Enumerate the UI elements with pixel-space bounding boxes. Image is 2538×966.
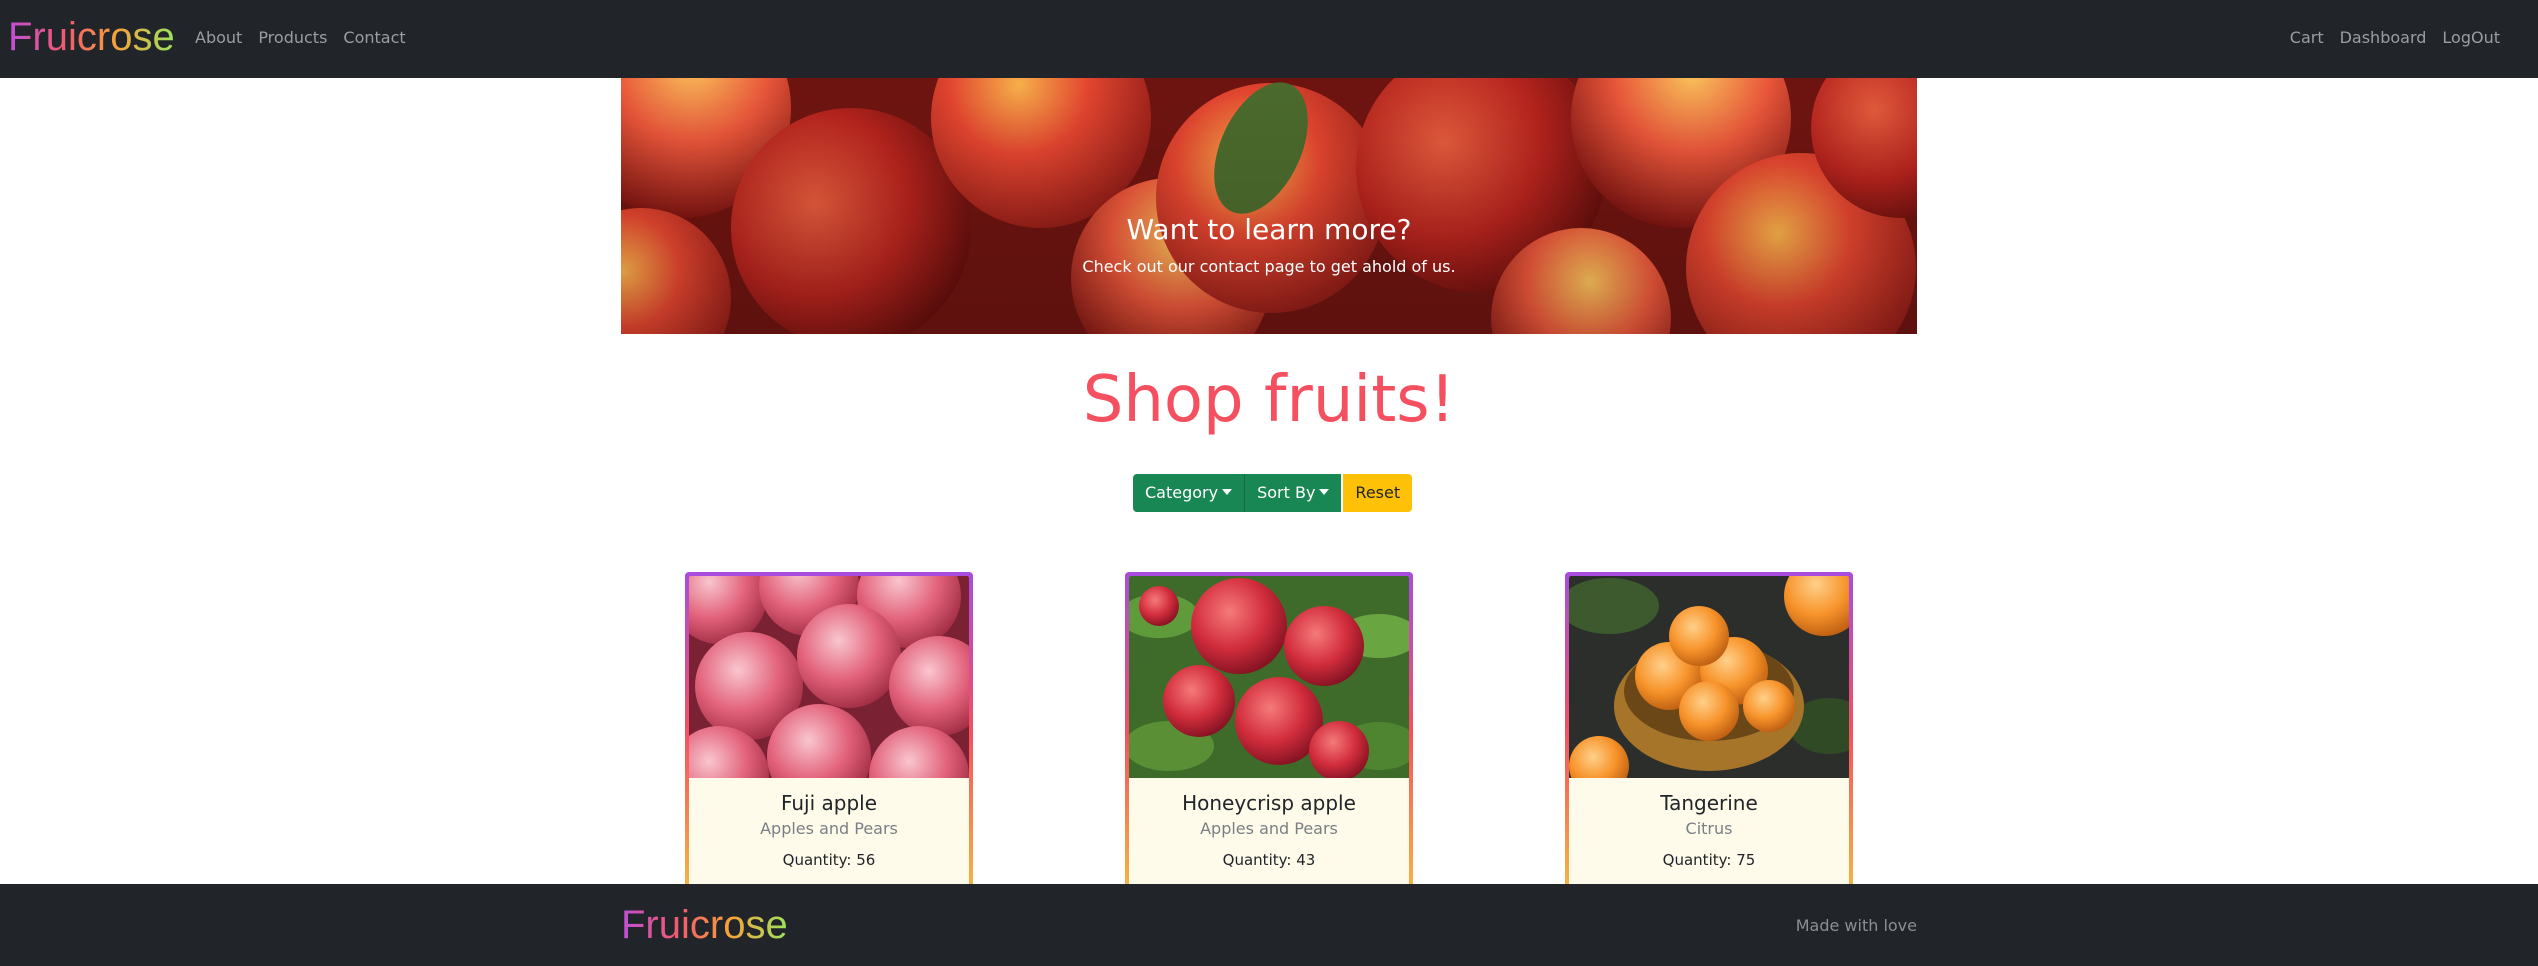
nav-links-left: About Products Contact (195, 26, 406, 50)
product-quantity: Quantity: 43 (1222, 851, 1316, 869)
card-body: Fuji apple Apples and Pears Quantity: 56 (689, 576, 969, 888)
product-category: Apples and Pears (760, 819, 898, 838)
product-card-fuji-apple[interactable]: Fuji apple Apples and Pears Quantity: 56 (685, 572, 973, 892)
hero-nectarines-image (621, 78, 1917, 334)
category-label: Category (1145, 483, 1219, 502)
nav-link-about[interactable]: About (195, 26, 242, 50)
nav-link-logout[interactable]: LogOut (2442, 26, 2500, 50)
caret-down-icon (1319, 489, 1330, 495)
hero-banner: Want to learn more? Check out our contac… (621, 78, 1917, 334)
product-card-honeycrisp-apple[interactable]: Honeycrisp apple Apples and Pears Quanti… (1125, 572, 1413, 892)
caret-down-icon (1222, 489, 1233, 495)
product-card-tangerine[interactable]: Tangerine Citrus Quantity: 75 (1565, 572, 1853, 892)
hero-title: Want to learn more? (1126, 213, 1412, 246)
sort-by-dropdown-button[interactable]: Sort By (1244, 474, 1342, 512)
honeycrisp-apple-image (1129, 576, 1409, 778)
nav-links-right: Cart Dashboard LogOut (2290, 26, 2500, 50)
footer-tagline: Made with love (1795, 916, 1917, 935)
site-footer: Fruicrose Made with love (0, 884, 2538, 966)
product-name: Fuji apple (780, 791, 878, 815)
hero-subtitle: Check out our contact page to get ahold … (1082, 257, 1456, 276)
reset-button[interactable]: Reset (1343, 474, 1413, 512)
card-body: Tangerine Citrus Quantity: 75 (1569, 576, 1849, 888)
product-category: Apples and Pears (1200, 819, 1338, 838)
product-quantity: Quantity: 75 (1662, 851, 1756, 869)
tangerine-image (1569, 576, 1849, 778)
nav-link-dashboard[interactable]: Dashboard (2340, 26, 2427, 50)
product-name: Tangerine (1660, 791, 1758, 815)
nav-link-products[interactable]: Products (258, 26, 327, 50)
brand-logo[interactable]: Fruicrose (8, 12, 175, 62)
sort-by-label: Sort By (1257, 483, 1316, 502)
category-dropdown-button[interactable]: Category (1133, 474, 1245, 512)
nav-link-cart[interactable]: Cart (2290, 26, 2324, 50)
footer-brand-logo[interactable]: Fruicrose (621, 900, 788, 950)
filter-toolbar: Category Sort By Reset (1133, 474, 1413, 512)
card-body: Honeycrisp apple Apples and Pears Quanti… (1129, 576, 1409, 888)
fuji-apple-image (689, 576, 969, 778)
product-name: Honeycrisp apple (1182, 791, 1356, 815)
nav-link-contact[interactable]: Contact (343, 26, 405, 50)
product-category: Citrus (1685, 819, 1733, 838)
top-navbar: Fruicrose About Products Contact Cart Da… (0, 0, 2538, 78)
product-quantity: Quantity: 56 (782, 851, 876, 869)
page-title: Shop fruits! (1082, 363, 1456, 437)
